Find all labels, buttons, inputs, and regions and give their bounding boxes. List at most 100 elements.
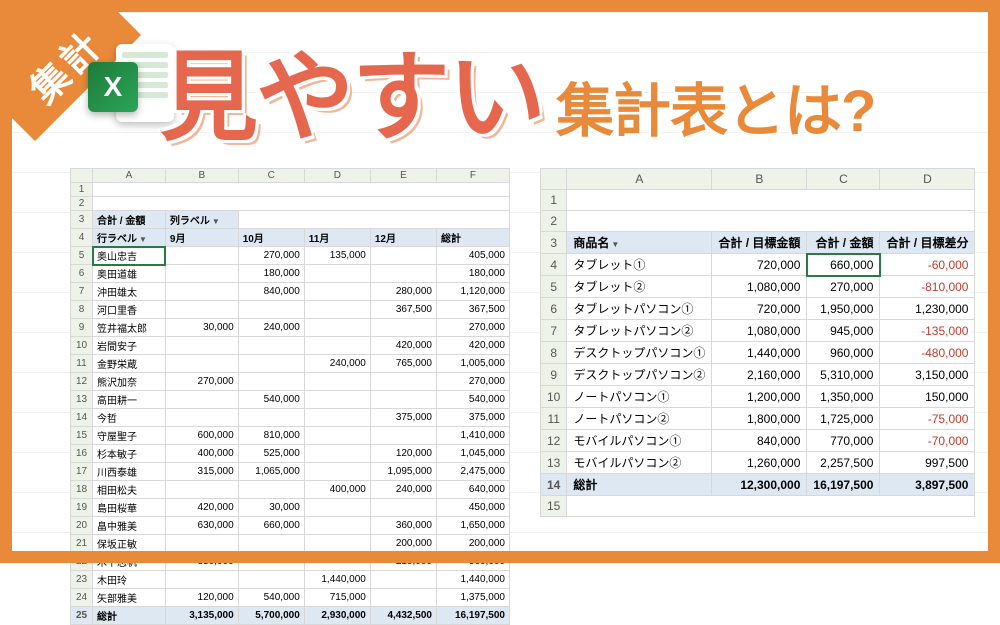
row-name[interactable]: 沖田雄太 — [93, 283, 166, 301]
row-name[interactable]: 河口里香 — [93, 301, 166, 319]
cell[interactable] — [165, 391, 238, 409]
cell[interactable]: 1,440,000 — [712, 342, 807, 364]
cell[interactable]: 180,000 — [436, 265, 509, 283]
cell[interactable]: 367,500 — [436, 301, 509, 319]
col-a[interactable]: A — [567, 169, 712, 190]
cell[interactable]: 2,160,000 — [712, 364, 807, 386]
cell[interactable]: 1,080,000 — [712, 320, 807, 342]
cell[interactable] — [304, 517, 370, 535]
row-name[interactable]: 木田玲 — [93, 571, 166, 589]
cell[interactable]: 1,725,000 — [807, 408, 880, 430]
cell[interactable]: 360,000 — [370, 517, 436, 535]
row-name[interactable]: 相田松夫 — [93, 481, 166, 499]
product-name[interactable]: モバイルパソコン② — [567, 452, 712, 474]
cell[interactable]: 400,000 — [165, 445, 238, 463]
cell[interactable]: 240,000 — [370, 481, 436, 499]
row-name[interactable]: 木下志帆 — [93, 553, 166, 571]
product-name[interactable]: デスクトップパソコン① — [567, 342, 712, 364]
cell[interactable]: 540,000 — [238, 589, 304, 607]
cell[interactable] — [165, 571, 238, 589]
cell[interactable]: 270,000 — [165, 373, 238, 391]
cell[interactable]: 1,120,000 — [436, 283, 509, 301]
cell[interactable]: 540,000 — [436, 391, 509, 409]
cell[interactable]: 135,000 — [304, 247, 370, 265]
product-name[interactable]: タブレットパソコン② — [567, 320, 712, 342]
cell[interactable] — [165, 247, 238, 265]
cell[interactable]: 1,375,000 — [436, 589, 509, 607]
cell[interactable]: -70,000 — [880, 430, 975, 452]
cell[interactable]: 525,000 — [238, 445, 304, 463]
cell[interactable]: 840,000 — [238, 283, 304, 301]
col-a[interactable]: A — [93, 169, 166, 183]
product-name[interactable]: ノートパソコン① — [567, 386, 712, 408]
cell[interactable]: 640,000 — [436, 481, 509, 499]
product-name[interactable]: ノートパソコン② — [567, 408, 712, 430]
cell[interactable] — [370, 319, 436, 337]
cell[interactable]: 315,000 — [165, 463, 238, 481]
dropdown-icon[interactable]: ▼ — [137, 235, 147, 244]
cell[interactable]: 120,000 — [370, 445, 436, 463]
cell[interactable] — [165, 409, 238, 427]
cell[interactable]: 660,000 — [807, 254, 880, 276]
cell[interactable]: 1,005,000 — [436, 355, 509, 373]
cell[interactable]: 560,000 — [436, 553, 509, 571]
cell[interactable]: 720,000 — [712, 254, 807, 276]
row-name[interactable]: 奥田道雄 — [93, 265, 166, 283]
cell[interactable]: 1,440,000 — [304, 571, 370, 589]
cell[interactable]: 1,200,000 — [712, 386, 807, 408]
cell[interactable]: 997,500 — [880, 452, 975, 474]
cell[interactable]: 630,000 — [165, 517, 238, 535]
cell[interactable] — [370, 427, 436, 445]
cell[interactable] — [304, 409, 370, 427]
row-name[interactable]: 笠井福太郎 — [93, 319, 166, 337]
cell[interactable]: 375,000 — [436, 409, 509, 427]
cell[interactable]: 2,475,000 — [436, 463, 509, 481]
cell[interactable] — [165, 283, 238, 301]
cell[interactable]: 400,000 — [304, 481, 370, 499]
col-d[interactable]: D — [304, 169, 370, 183]
cell[interactable]: 1,230,000 — [880, 298, 975, 320]
col-b[interactable]: B — [165, 169, 238, 183]
cell[interactable]: 715,000 — [304, 589, 370, 607]
cell[interactable] — [238, 337, 304, 355]
row-name[interactable]: 岩間安子 — [93, 337, 166, 355]
row-name[interactable]: 守屋聖子 — [93, 427, 166, 445]
cell[interactable]: 5,310,000 — [807, 364, 880, 386]
cell[interactable]: -135,000 — [880, 320, 975, 342]
cell[interactable]: 840,000 — [712, 430, 807, 452]
cell[interactable]: 30,000 — [165, 319, 238, 337]
row-name[interactable]: 熊沢加奈 — [93, 373, 166, 391]
cell[interactable]: 200,000 — [436, 535, 509, 553]
product-name[interactable]: タブレット② — [567, 276, 712, 298]
cell[interactable] — [304, 427, 370, 445]
cell[interactable]: -60,000 — [880, 254, 975, 276]
cell[interactable] — [238, 571, 304, 589]
col-c[interactable]: C — [238, 169, 304, 183]
cell[interactable] — [238, 535, 304, 553]
cell[interactable] — [165, 355, 238, 373]
row-name[interactable]: 矢部雅美 — [93, 589, 166, 607]
cell[interactable]: 720,000 — [712, 298, 807, 320]
cell[interactable]: -75,000 — [880, 408, 975, 430]
cell[interactable]: 30,000 — [238, 499, 304, 517]
cell[interactable]: 810,000 — [238, 427, 304, 445]
cell[interactable]: 367,500 — [370, 301, 436, 319]
col-b[interactable]: B — [712, 169, 807, 190]
cell[interactable] — [370, 391, 436, 409]
cell[interactable]: 1,065,000 — [238, 463, 304, 481]
cell[interactable] — [238, 301, 304, 319]
cell[interactable]: 3,150,000 — [880, 364, 975, 386]
cell[interactable] — [238, 355, 304, 373]
cell[interactable]: 1,350,000 — [807, 386, 880, 408]
cell[interactable] — [370, 247, 436, 265]
cell[interactable] — [304, 301, 370, 319]
cell[interactable]: 180,000 — [238, 265, 304, 283]
cell[interactable] — [165, 481, 238, 499]
row-name[interactable]: 島田桜華 — [93, 499, 166, 517]
cell[interactable]: 1,410,000 — [436, 427, 509, 445]
cell[interactable]: 540,000 — [238, 391, 304, 409]
cell[interactable] — [304, 337, 370, 355]
cell[interactable]: 270,000 — [238, 247, 304, 265]
row-name[interactable]: 川西泰雄 — [93, 463, 166, 481]
cell[interactable] — [165, 535, 238, 553]
